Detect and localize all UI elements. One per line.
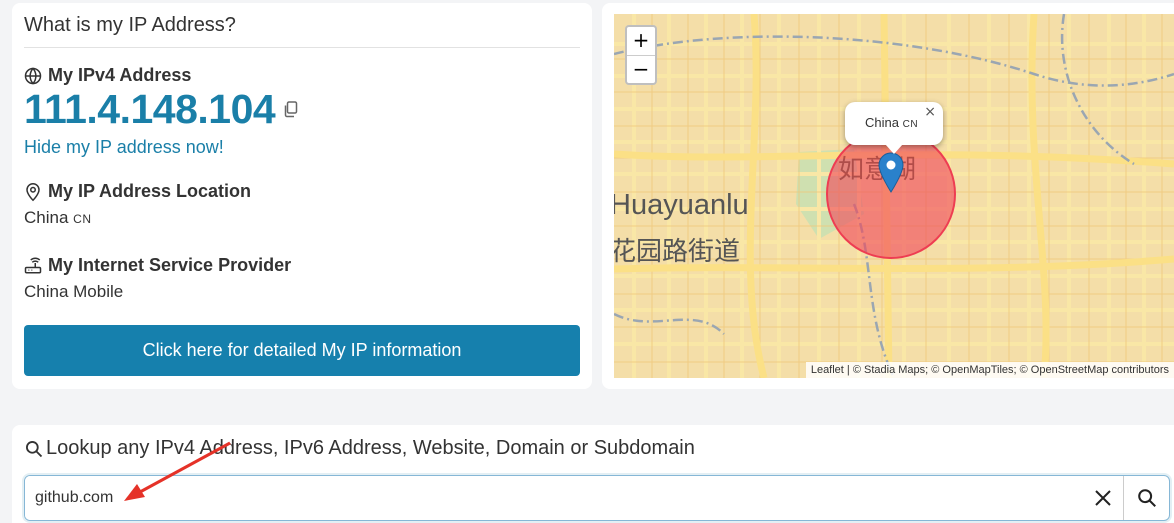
popup-close-button[interactable]: × bbox=[924, 104, 936, 120]
lookup-heading-label: Lookup any IPv4 Address, IPv6 Address, W… bbox=[46, 437, 695, 459]
ip-info-card: What is my IP Address? My IPv4 Address 1… bbox=[12, 3, 592, 389]
map-tiles: Huayuanlu 花园路街道 如意湖 bbox=[614, 14, 1174, 378]
popup-text: China bbox=[865, 115, 899, 130]
lookup-search-bar bbox=[24, 475, 1170, 521]
isp-heading-label: My Internet Service Provider bbox=[48, 255, 292, 275]
clear-icon bbox=[1095, 490, 1111, 506]
attribution-text: | © Stadia Maps; © OpenMapTiles; © OpenS… bbox=[843, 364, 1169, 376]
router-icon bbox=[24, 257, 42, 273]
globe-icon bbox=[24, 66, 42, 85]
location-heading: My IP Address Location bbox=[24, 181, 580, 202]
ipv4-heading: My IPv4 Address bbox=[24, 65, 580, 86]
zoom-control: + − bbox=[625, 25, 657, 85]
location-map[interactable]: Huayuanlu 花园路街道 如意湖 + − China CN × Leafl… bbox=[614, 14, 1174, 378]
location-value: China bbox=[24, 208, 69, 227]
popup-country-code: CN bbox=[902, 119, 919, 130]
zoom-out-button[interactable]: − bbox=[627, 55, 655, 83]
location-heading-label: My IP Address Location bbox=[48, 181, 252, 201]
location-value-row: China CN bbox=[24, 208, 580, 228]
lookup-input[interactable] bbox=[25, 476, 1083, 520]
isp-heading: My Internet Service Provider bbox=[24, 255, 580, 276]
copy-icon[interactable] bbox=[283, 100, 298, 118]
place-label-zh: 花园路街道 bbox=[614, 237, 740, 267]
location-pin-icon bbox=[26, 182, 40, 201]
map-card: Huayuanlu 花园路街道 如意湖 + − China CN × Leafl… bbox=[602, 3, 1174, 389]
map-attribution: Leaflet | © Stadia Maps; © OpenMapTiles;… bbox=[805, 362, 1174, 378]
place-label-en: Huayuanlu bbox=[614, 189, 749, 221]
zoom-in-button[interactable]: + bbox=[627, 27, 655, 55]
detailed-ip-info-button[interactable]: Click here for detailed My IP informatio… bbox=[24, 325, 580, 376]
lookup-card: Lookup any IPv4 Address, IPv6 Address, W… bbox=[12, 425, 1174, 523]
search-button[interactable] bbox=[1123, 476, 1169, 520]
ipv4-heading-label: My IPv4 Address bbox=[48, 65, 192, 85]
ip-address-value: 111.4.148.104 bbox=[24, 86, 276, 132]
place-label-zh2: 如意湖 bbox=[838, 155, 916, 185]
search-icon bbox=[1137, 489, 1156, 507]
leaflet-link[interactable]: Leaflet bbox=[811, 364, 844, 376]
isp-value: China Mobile bbox=[24, 282, 124, 301]
card-title: What is my IP Address? bbox=[24, 3, 580, 48]
map-popup: China CN × bbox=[845, 102, 943, 154]
search-icon bbox=[26, 440, 43, 457]
hide-ip-link[interactable]: Hide my IP address now! bbox=[24, 137, 224, 158]
clear-button[interactable] bbox=[1083, 476, 1123, 520]
country-code: CN bbox=[73, 212, 92, 226]
lookup-heading: Lookup any IPv4 Address, IPv6 Address, W… bbox=[24, 437, 1170, 460]
